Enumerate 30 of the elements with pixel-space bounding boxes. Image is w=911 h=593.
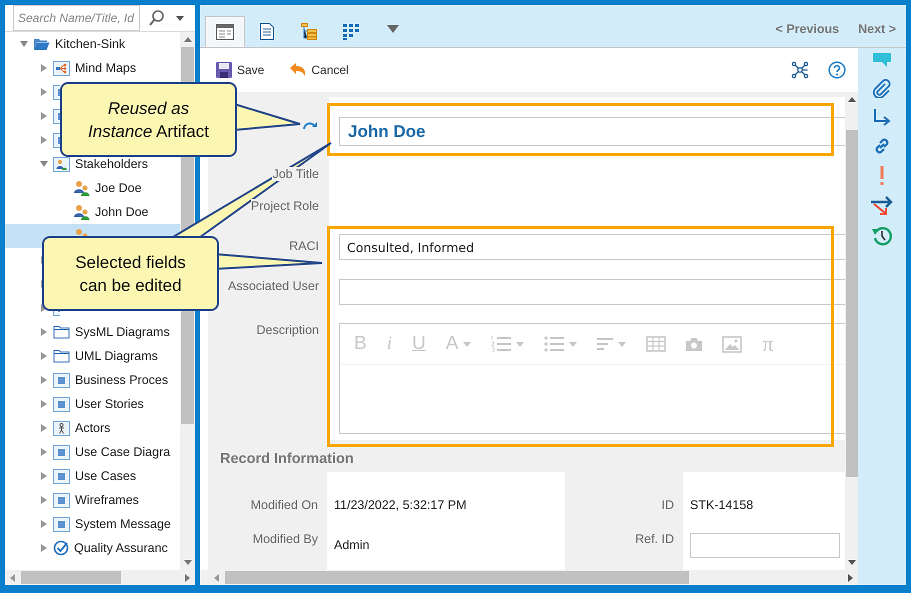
field-label: Modified By — [252, 532, 318, 546]
field-value: 11/23/2022, 5:32:17 PM — [334, 498, 467, 512]
field-label: Modified On — [250, 498, 318, 512]
tree-item-label: Quality Assuranc — [74, 541, 168, 555]
tree-item-label: Mind Maps — [75, 61, 136, 75]
tree-item-label: Business Proces — [75, 373, 168, 387]
callout-tooltip: Reused as Instance Artifact — [60, 82, 237, 157]
tree-item-label: Use Case Diagra — [75, 445, 170, 459]
tree-item-label: Wireframes — [75, 493, 139, 507]
section-heading: Record Information — [219, 450, 355, 469]
field-label: Job Title — [272, 167, 319, 181]
tree-item-label: Kitchen-Sink — [55, 37, 126, 51]
field-label: ID — [662, 498, 674, 512]
field-value: STK-14158 — [690, 498, 754, 512]
field-label: RACI — [289, 239, 319, 253]
tree-item-label: Actors — [75, 421, 110, 435]
tree-item-label: User Stories — [75, 397, 144, 411]
tree-item-label: Stakeholders — [75, 157, 148, 171]
field-value: Admin — [334, 537, 370, 552]
tree-item-label: Use Cases — [75, 469, 136, 483]
field-label: Description — [256, 323, 319, 337]
field-label: Ref. ID — [635, 532, 674, 546]
field-label: Associated User — [228, 279, 319, 293]
tree-item-label: UML Diagrams — [75, 349, 158, 363]
callout-tooltip: Selected fields can be edited — [42, 236, 219, 311]
tree-item-label: John Doe — [95, 205, 149, 219]
tree-item-label: Joe Doe — [95, 181, 142, 195]
tree-item-label: SysML Diagrams — [75, 325, 170, 339]
tree-item-label: System Message — [75, 517, 171, 531]
field-label: Project Role — [250, 199, 319, 213]
